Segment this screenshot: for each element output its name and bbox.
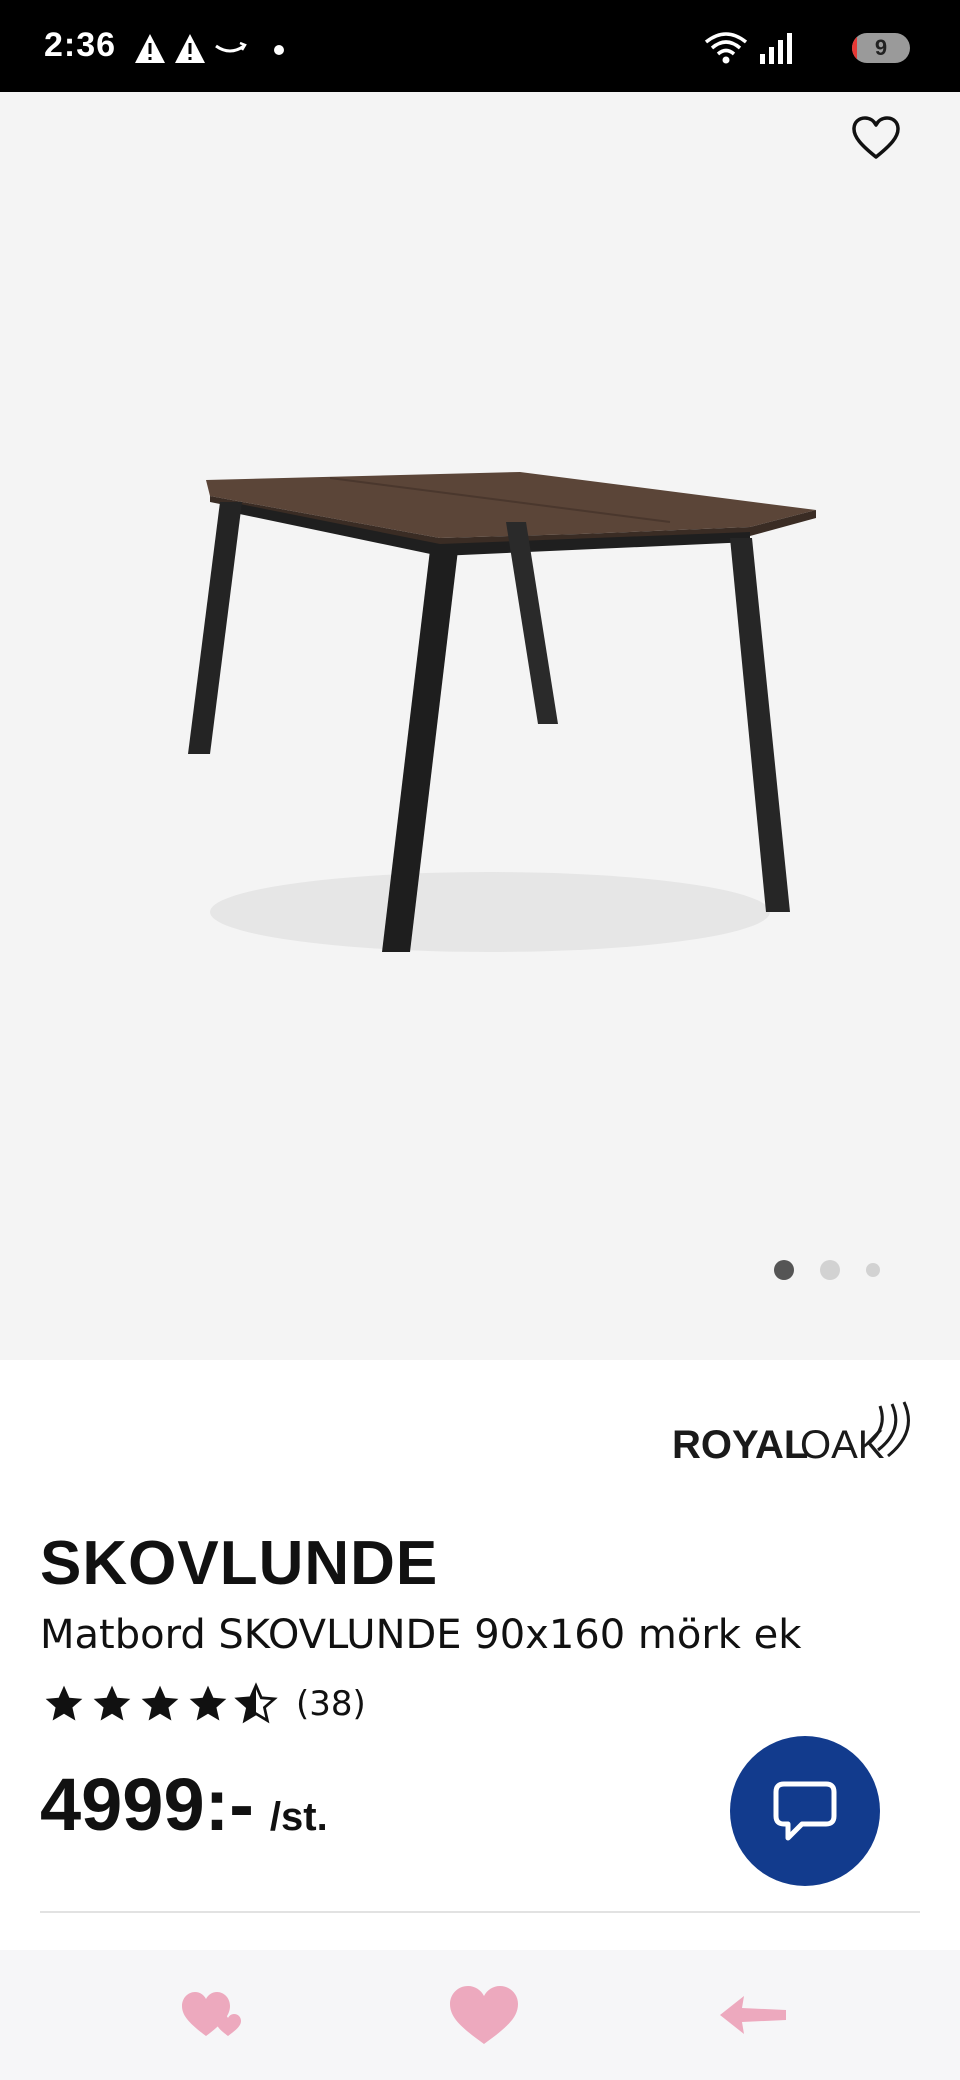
status-time: 2:36 xyxy=(44,26,117,64)
chat-bubble-icon xyxy=(773,1781,837,1841)
product-price: 4999:- xyxy=(40,1763,254,1846)
bottom-bar xyxy=(0,1950,960,2080)
star-half-icon xyxy=(234,1682,278,1724)
status-system-icons xyxy=(704,32,792,64)
battery-level: 9 xyxy=(874,35,888,60)
product-title: SKOVLUNDE xyxy=(40,1529,439,1598)
signal-icon xyxy=(760,33,792,64)
heart-outline-icon xyxy=(852,116,900,159)
status-bar: 2:36 9 xyxy=(0,0,960,92)
brand-logo-text-royal: ROYAL xyxy=(672,1423,808,1467)
warning-icon xyxy=(135,34,165,63)
star-full-icon xyxy=(189,1685,227,1721)
amazon-smile-icon xyxy=(215,41,247,53)
heart-icon[interactable] xyxy=(448,1984,520,2048)
rating-count[interactable]: (38) xyxy=(296,1684,366,1724)
arrow-left-icon[interactable] xyxy=(716,1990,790,2040)
chat-button[interactable] xyxy=(730,1736,880,1886)
gallery-pagination[interactable] xyxy=(774,1260,880,1280)
favorite-button[interactable] xyxy=(848,110,904,166)
price-unit: /st. xyxy=(269,1795,328,1839)
hearts-icon[interactable] xyxy=(180,1986,254,2046)
pagination-dot[interactable] xyxy=(866,1263,880,1277)
dot-icon xyxy=(274,45,284,55)
battery-icon: 9 xyxy=(852,33,910,63)
product-rating[interactable]: (38) xyxy=(42,1682,366,1726)
wifi-icon xyxy=(704,32,748,64)
warning-icon xyxy=(175,34,205,63)
divider xyxy=(40,1911,920,1913)
star-full-icon xyxy=(93,1685,131,1721)
pagination-dot[interactable] xyxy=(820,1260,840,1280)
status-notification-icons xyxy=(135,34,284,63)
star-full-icon xyxy=(141,1685,179,1721)
brand-logo: ROYAL OAK xyxy=(672,1401,910,1467)
price-row: 4999:- /st. xyxy=(40,1762,328,1847)
brand-logo-text-oak: OAK xyxy=(800,1423,885,1467)
star-full-icon xyxy=(45,1685,83,1721)
pagination-dot-active[interactable] xyxy=(774,1260,794,1280)
product-subtitle: Matbord SKOVLUNDE 90x160 mörk ek xyxy=(40,1612,802,1658)
product-gallery[interactable] xyxy=(0,92,960,1360)
product-image xyxy=(188,472,816,952)
